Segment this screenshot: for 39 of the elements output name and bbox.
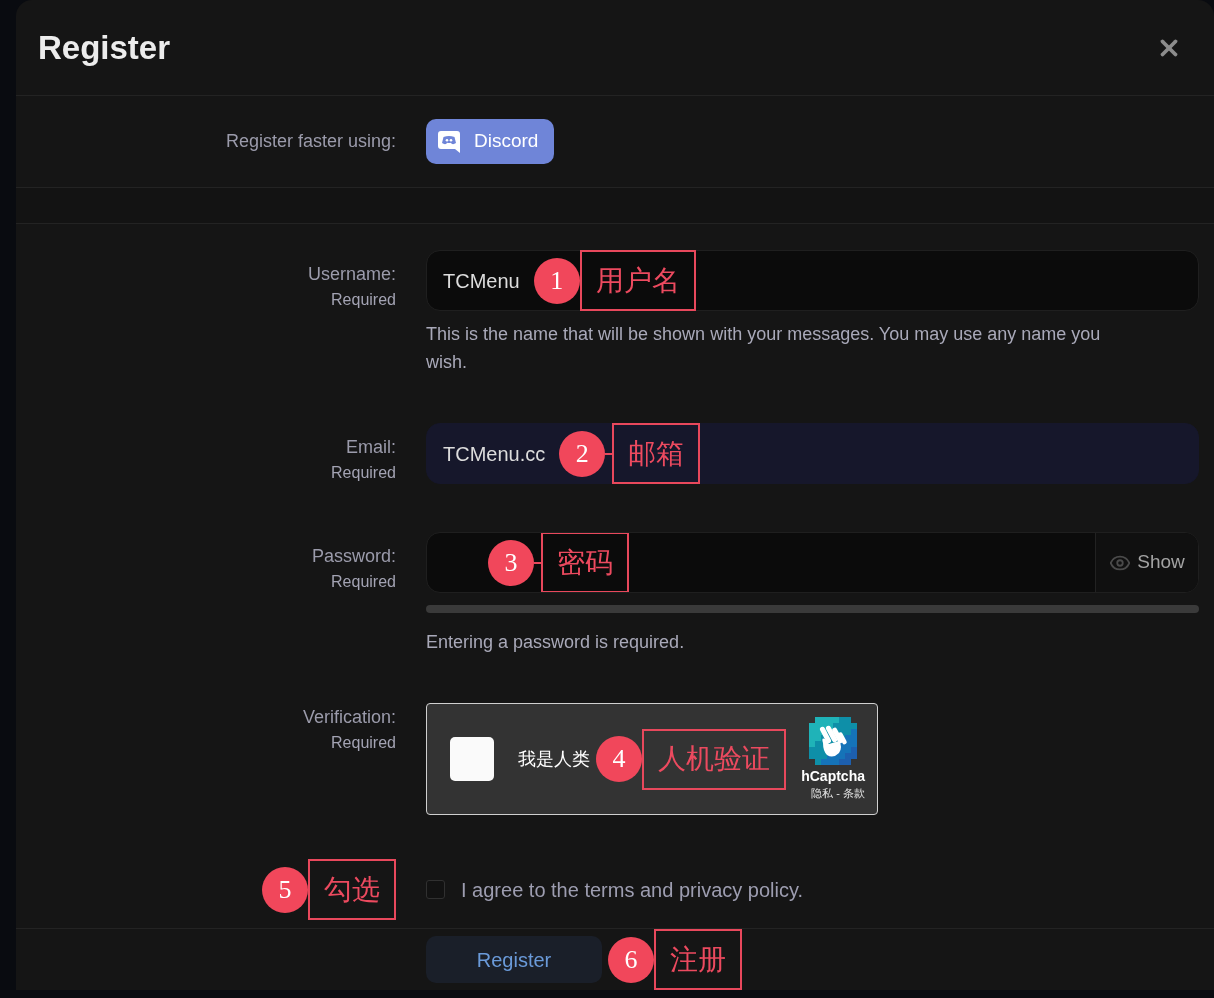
annotation-label: 邮箱 — [612, 423, 701, 484]
number-badge: 5 — [262, 866, 308, 913]
number-badge: 3 — [488, 539, 534, 586]
register-button[interactable]: Register — [426, 936, 602, 983]
terms-link[interactable]: 条款 — [843, 785, 865, 801]
discord-logo-icon — [438, 130, 460, 153]
captcha-checkbox[interactable] — [450, 737, 494, 781]
annotation-label: 注册 — [654, 929, 742, 990]
captcha-prompt: 我是人类 — [518, 747, 590, 771]
link-separator: - — [836, 786, 840, 801]
field-label: Password: — [311, 545, 396, 568]
required-note: Required — [331, 572, 396, 592]
required-note: Required — [331, 463, 396, 483]
hand-logo-icon — [809, 717, 858, 765]
password-field[interactable]: 3 密码 Show — [426, 532, 1199, 593]
privacy-link[interactable]: 隐私 — [811, 785, 834, 801]
required-note: Required — [331, 733, 396, 753]
field-label: Username: — [307, 263, 396, 286]
required-note: Required — [331, 290, 396, 310]
number-badge: 2 — [559, 430, 606, 477]
show-password-button[interactable]: Show — [1095, 533, 1198, 592]
field-label: Verification: — [302, 706, 396, 729]
number-badge: 6 — [608, 936, 654, 983]
annotation-label: 人机验证 — [642, 728, 786, 790]
annotation-label: 密码 — [541, 533, 629, 592]
annotation-label: 用户名 — [579, 250, 696, 311]
input-field[interactable]: TCMenu 1 用户名 — [426, 250, 1199, 311]
field-hint: Entering a password is required. — [426, 631, 686, 654]
field-label: Email: — [346, 436, 396, 459]
input-field[interactable]: TCMenu.cc 2 邮箱 — [426, 423, 1199, 484]
captcha-brand: hCaptcha — [801, 767, 865, 785]
number-badge: 4 — [596, 736, 642, 782]
terms-checkbox[interactable] — [426, 880, 445, 899]
field-hint: This is the name that will be shown with your messages. You may use any name you wish. — [426, 323, 1102, 374]
dialog-title: Register — [38, 27, 171, 68]
quick-register-label: Register faster using: — [225, 130, 396, 153]
terms-text: I agree to the terms and privacy policy. — [461, 877, 803, 903]
annotation-label: 勾选 — [308, 859, 396, 920]
number-badge: 1 — [533, 257, 580, 304]
